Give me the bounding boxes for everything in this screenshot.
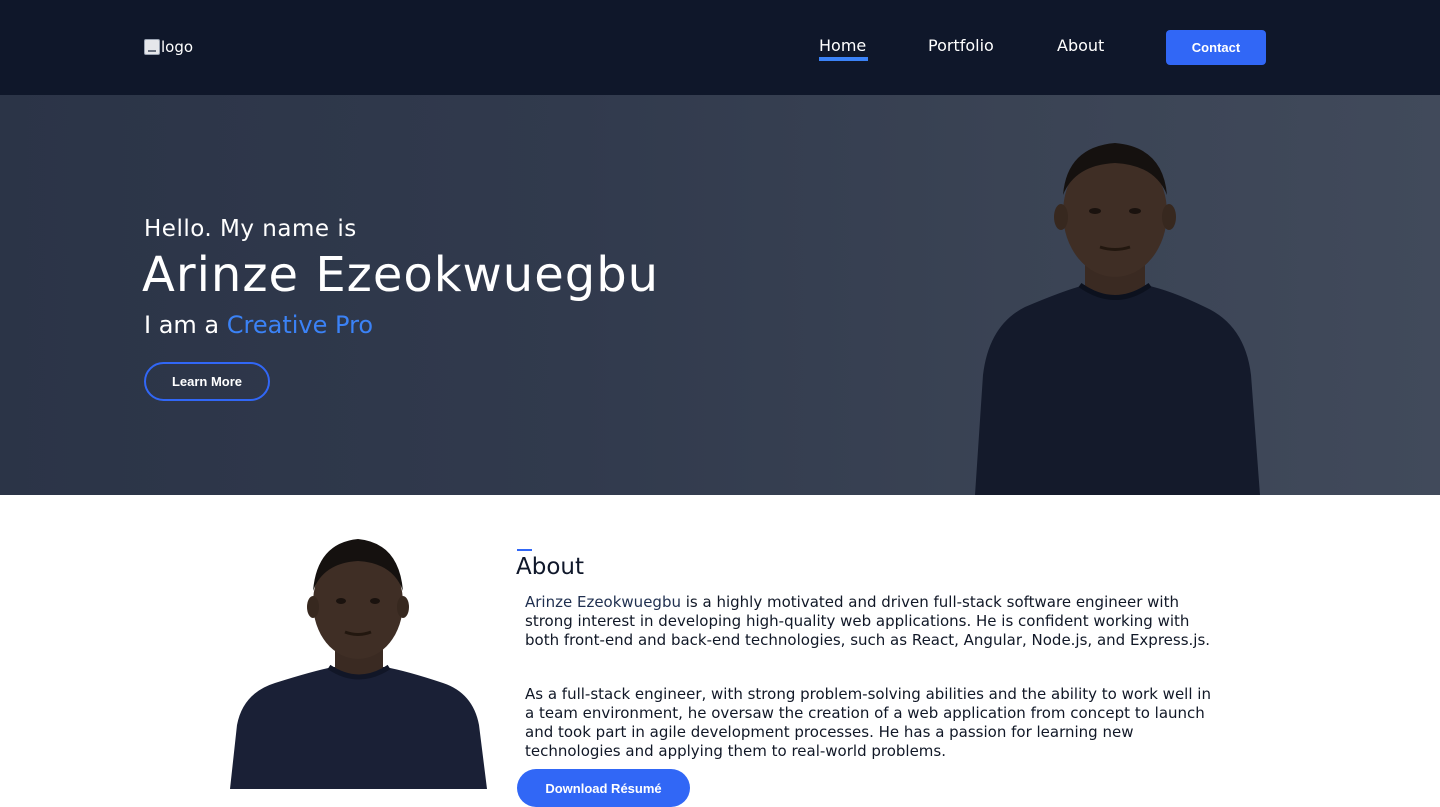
download-resume-button[interactable]: Download Résumé (517, 769, 690, 807)
nav-active-indicator (819, 57, 868, 61)
hero-tagline: I am a Creative Pro (144, 311, 373, 339)
tagline-highlight: Creative Pro (226, 311, 374, 339)
about-title-accent (517, 549, 532, 551)
contact-button[interactable]: Contact (1166, 30, 1266, 65)
tagline-prefix: I am a (144, 311, 227, 339)
logo[interactable]: logo (144, 38, 193, 56)
about-name-highlight: Arinze Ezeokwuegbu (525, 593, 681, 611)
hero-greeting: Hello. My name is (144, 216, 357, 242)
about-portrait-image (230, 539, 487, 789)
hero-name: Arinze Ezeokwuegbu (142, 247, 660, 303)
nav-link-home[interactable]: Home (819, 36, 866, 55)
about-paragraph-2: As a full-stack engineer, with strong pr… (525, 685, 1211, 760)
hero-section: Hello. My name is Arinze Ezeokwuegbu I a… (0, 95, 1440, 495)
logo-alt-text: logo (161, 38, 194, 56)
nav-link-portfolio[interactable]: Portfolio (928, 36, 994, 55)
learn-more-button[interactable]: Learn More (144, 362, 270, 401)
nav-link-about[interactable]: About (1057, 36, 1104, 55)
navbar: logo Home Portfolio About Contact (0, 0, 1440, 95)
hero-portrait-image (975, 143, 1260, 495)
about-title: About (516, 554, 585, 580)
about-paragraph-1: Arinze Ezeokwuegbu is a highly motivated… (525, 593, 1215, 650)
broken-image-icon (144, 39, 160, 55)
